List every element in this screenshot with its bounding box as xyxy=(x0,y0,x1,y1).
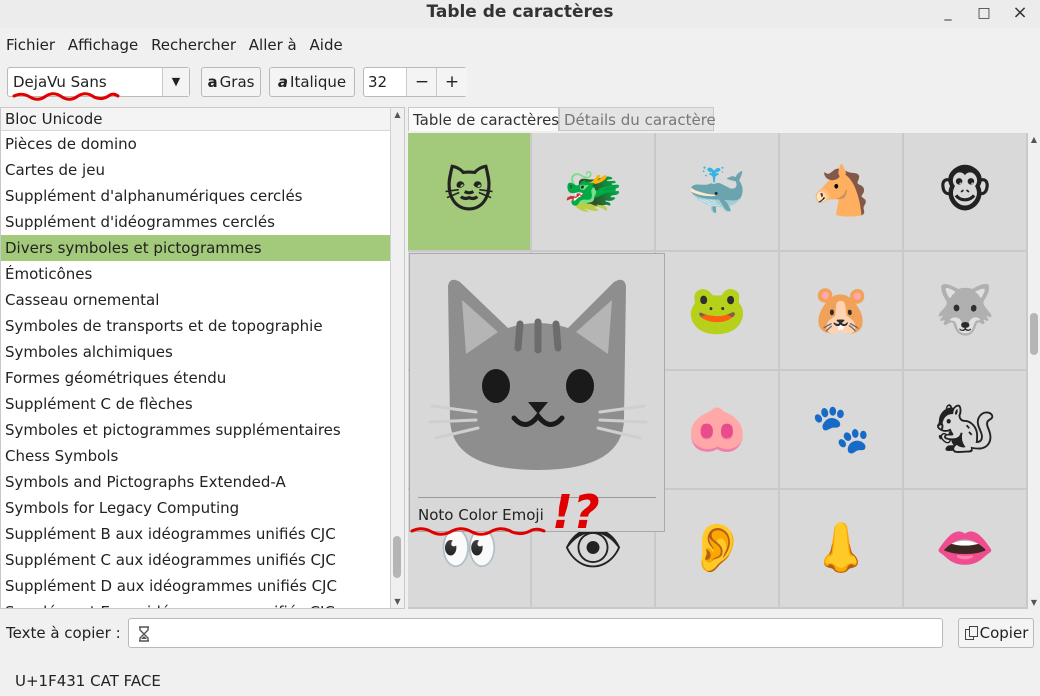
bold-icon: a xyxy=(207,73,218,91)
block-list-item[interactable]: Formes géométriques étendu xyxy=(1,365,404,391)
pig-nose-icon: 🐽 xyxy=(687,401,747,457)
scroll-down-arrow[interactable]: ▼ xyxy=(391,597,404,606)
copy-bar: Texte à copier : Copier xyxy=(0,614,1040,654)
scroll-up-arrow[interactable]: ▲ xyxy=(391,110,404,119)
title-bar: Table de caractères _ □ × xyxy=(0,0,1040,28)
block-list-item[interactable]: Symboles et pictogrammes supplémentaires xyxy=(1,417,404,443)
block-list-item[interactable]: Symboles alchimiques xyxy=(1,339,404,365)
spouting-whale-icon: 🐳 xyxy=(687,163,747,219)
font-selector[interactable]: DejaVu Sans ▼ xyxy=(7,67,190,97)
nose-icon: 👃 xyxy=(811,520,871,576)
bold-label: Gras xyxy=(219,73,255,91)
close-button[interactable]: × xyxy=(1007,2,1033,24)
grid-scrollbar[interactable]: ▲ ▼ xyxy=(1028,133,1040,609)
dragon-face-icon: 🐲 xyxy=(563,163,623,219)
minimize-button[interactable]: _ xyxy=(935,2,961,24)
block-list-items: Pièces de domino Cartes de jeu Supplément … xyxy=(1,131,404,608)
block-list-item[interactable]: Symbols for Legacy Computing xyxy=(1,495,404,521)
block-list-item[interactable]: Supplément E aux idéogrammes unifiés CJC xyxy=(1,599,404,608)
popup-separator xyxy=(418,497,656,498)
grid-cell[interactable]: 🐿 xyxy=(904,371,1026,488)
block-list-item[interactable]: Pièces de domino xyxy=(1,131,404,157)
grid-cell[interactable]: 🐱 xyxy=(408,133,530,250)
copy-icon xyxy=(964,626,978,640)
copy-label: Texte à copier : xyxy=(6,624,121,642)
block-list-item[interactable]: Divers symboles et pictogrammes xyxy=(1,235,404,261)
window-title: Table de caractères xyxy=(426,2,614,22)
bold-button[interactable]: a Gras xyxy=(201,67,261,97)
menu-affichage[interactable]: Affichage xyxy=(68,34,138,56)
block-list-item[interactable]: Supplément d'alphanumériques cerclés xyxy=(1,183,404,209)
grid-cell[interactable]: 🐳 xyxy=(656,133,778,250)
mouth-icon: 👄 xyxy=(935,520,995,576)
monkey-face-icon: 🐵 xyxy=(937,163,993,219)
menu-rechercher[interactable]: Rechercher xyxy=(151,34,236,56)
chipmunk-icon: 🐿 xyxy=(934,401,996,457)
block-list-item[interactable]: Supplément B aux idéogrammes unifiés CJC xyxy=(1,521,404,547)
block-list-item[interactable]: Supplément C aux idéogrammes unifiés CJC xyxy=(1,547,404,573)
list-header[interactable]: Bloc Unicode xyxy=(1,108,404,131)
increase-size-button[interactable]: + xyxy=(436,68,467,96)
grid-cell[interactable]: 🐹 xyxy=(780,252,902,369)
block-list-item[interactable]: Symbols and Pictographs Extended-A xyxy=(1,469,404,495)
block-list-item[interactable]: Cartes de jeu xyxy=(1,157,404,183)
copy-button-label: Copier xyxy=(979,624,1029,642)
hamster-face-icon: 🐹 xyxy=(811,282,871,338)
tab-character-table[interactable]: Table de caractères xyxy=(408,107,559,131)
block-list-item[interactable]: Symboles de transports et de topographie xyxy=(1,313,404,339)
toolbar: DejaVu Sans ▼ a Gras a Italique 32 − + xyxy=(0,64,1040,104)
italic-icon: a xyxy=(277,73,289,91)
grid-cell[interactable]: 🐸 xyxy=(656,252,778,369)
unicode-block-list[interactable]: Bloc Unicode Pièces de domino Cartes de j… xyxy=(0,107,405,609)
block-list-item[interactable]: Casseau ornemental xyxy=(1,287,404,313)
grid-cell[interactable]: 👃 xyxy=(780,490,902,607)
status-text: U+1F431 CAT FACE xyxy=(15,672,161,690)
grid-scroll-up-arrow[interactable]: ▲ xyxy=(1028,135,1040,144)
block-list-item[interactable]: Supplément d'idéogrammes cerclés xyxy=(1,209,404,235)
grid-scroll-down-arrow[interactable]: ▼ xyxy=(1028,598,1040,607)
maximize-button[interactable]: □ xyxy=(971,2,997,24)
grid-cell[interactable]: 👂 xyxy=(656,490,778,607)
menu-aide[interactable]: Aide xyxy=(310,34,343,56)
chevron-down-icon[interactable]: ▼ xyxy=(162,68,189,96)
grid-cell[interactable]: 🐾 xyxy=(780,371,902,488)
grid-cell[interactable]: 🐽 xyxy=(656,371,778,488)
copy-text-input[interactable] xyxy=(128,618,943,648)
grid-cell[interactable]: 🐵 xyxy=(904,133,1026,250)
scrollbar-thumb[interactable] xyxy=(393,536,401,578)
grid-cell[interactable]: 👄 xyxy=(904,490,1026,607)
menu-fichier[interactable]: Fichier xyxy=(6,34,55,56)
block-list-item[interactable]: Chess Symbols xyxy=(1,443,404,469)
italic-label: Italique xyxy=(290,73,347,91)
horse-face-icon: 🐴 xyxy=(811,163,871,219)
decrease-size-button[interactable]: − xyxy=(406,68,437,96)
block-list-item[interactable]: Supplément D aux idéogrammes unifiés CJC xyxy=(1,573,404,599)
font-size-spinner[interactable]: 32 − + xyxy=(363,67,467,97)
grid-scrollbar-thumb[interactable] xyxy=(1030,313,1038,355)
menu-bar: Fichier Affichage Rechercher Aller à Aid… xyxy=(0,34,345,56)
block-list-item[interactable]: Supplément C de flèches xyxy=(1,391,404,417)
popup-font-name: Noto Color Emoji xyxy=(418,506,544,524)
font-selector-value: DejaVu Sans xyxy=(13,73,107,91)
grid-cell[interactable]: 🐴 xyxy=(780,133,902,250)
hourglass-icon xyxy=(139,626,149,642)
wolf-face-icon: 🐺 xyxy=(935,282,995,338)
menu-aller-a[interactable]: Aller à xyxy=(249,34,297,56)
cat-face-icon xyxy=(428,279,648,470)
cat-face-icon: 🐱 xyxy=(443,163,495,219)
copy-button[interactable]: Copier xyxy=(958,618,1034,648)
block-list-item[interactable]: Émoticônes xyxy=(1,261,404,287)
ear-icon: 👂 xyxy=(687,520,747,576)
glyph-preview-popup: Noto Color Emoji xyxy=(409,253,665,532)
grid-cell[interactable]: 🐺 xyxy=(904,252,1026,369)
font-size-value[interactable]: 32 xyxy=(368,73,387,91)
italic-button[interactable]: a Italique xyxy=(269,67,355,97)
list-scrollbar[interactable]: ▲ ▼ xyxy=(390,108,404,608)
frog-face-icon: 🐸 xyxy=(687,282,747,338)
tab-character-details[interactable]: Détails du caractère xyxy=(559,107,716,131)
grid-cell[interactable]: 🐲 xyxy=(532,133,654,250)
paw-prints-icon: 🐾 xyxy=(811,401,871,457)
